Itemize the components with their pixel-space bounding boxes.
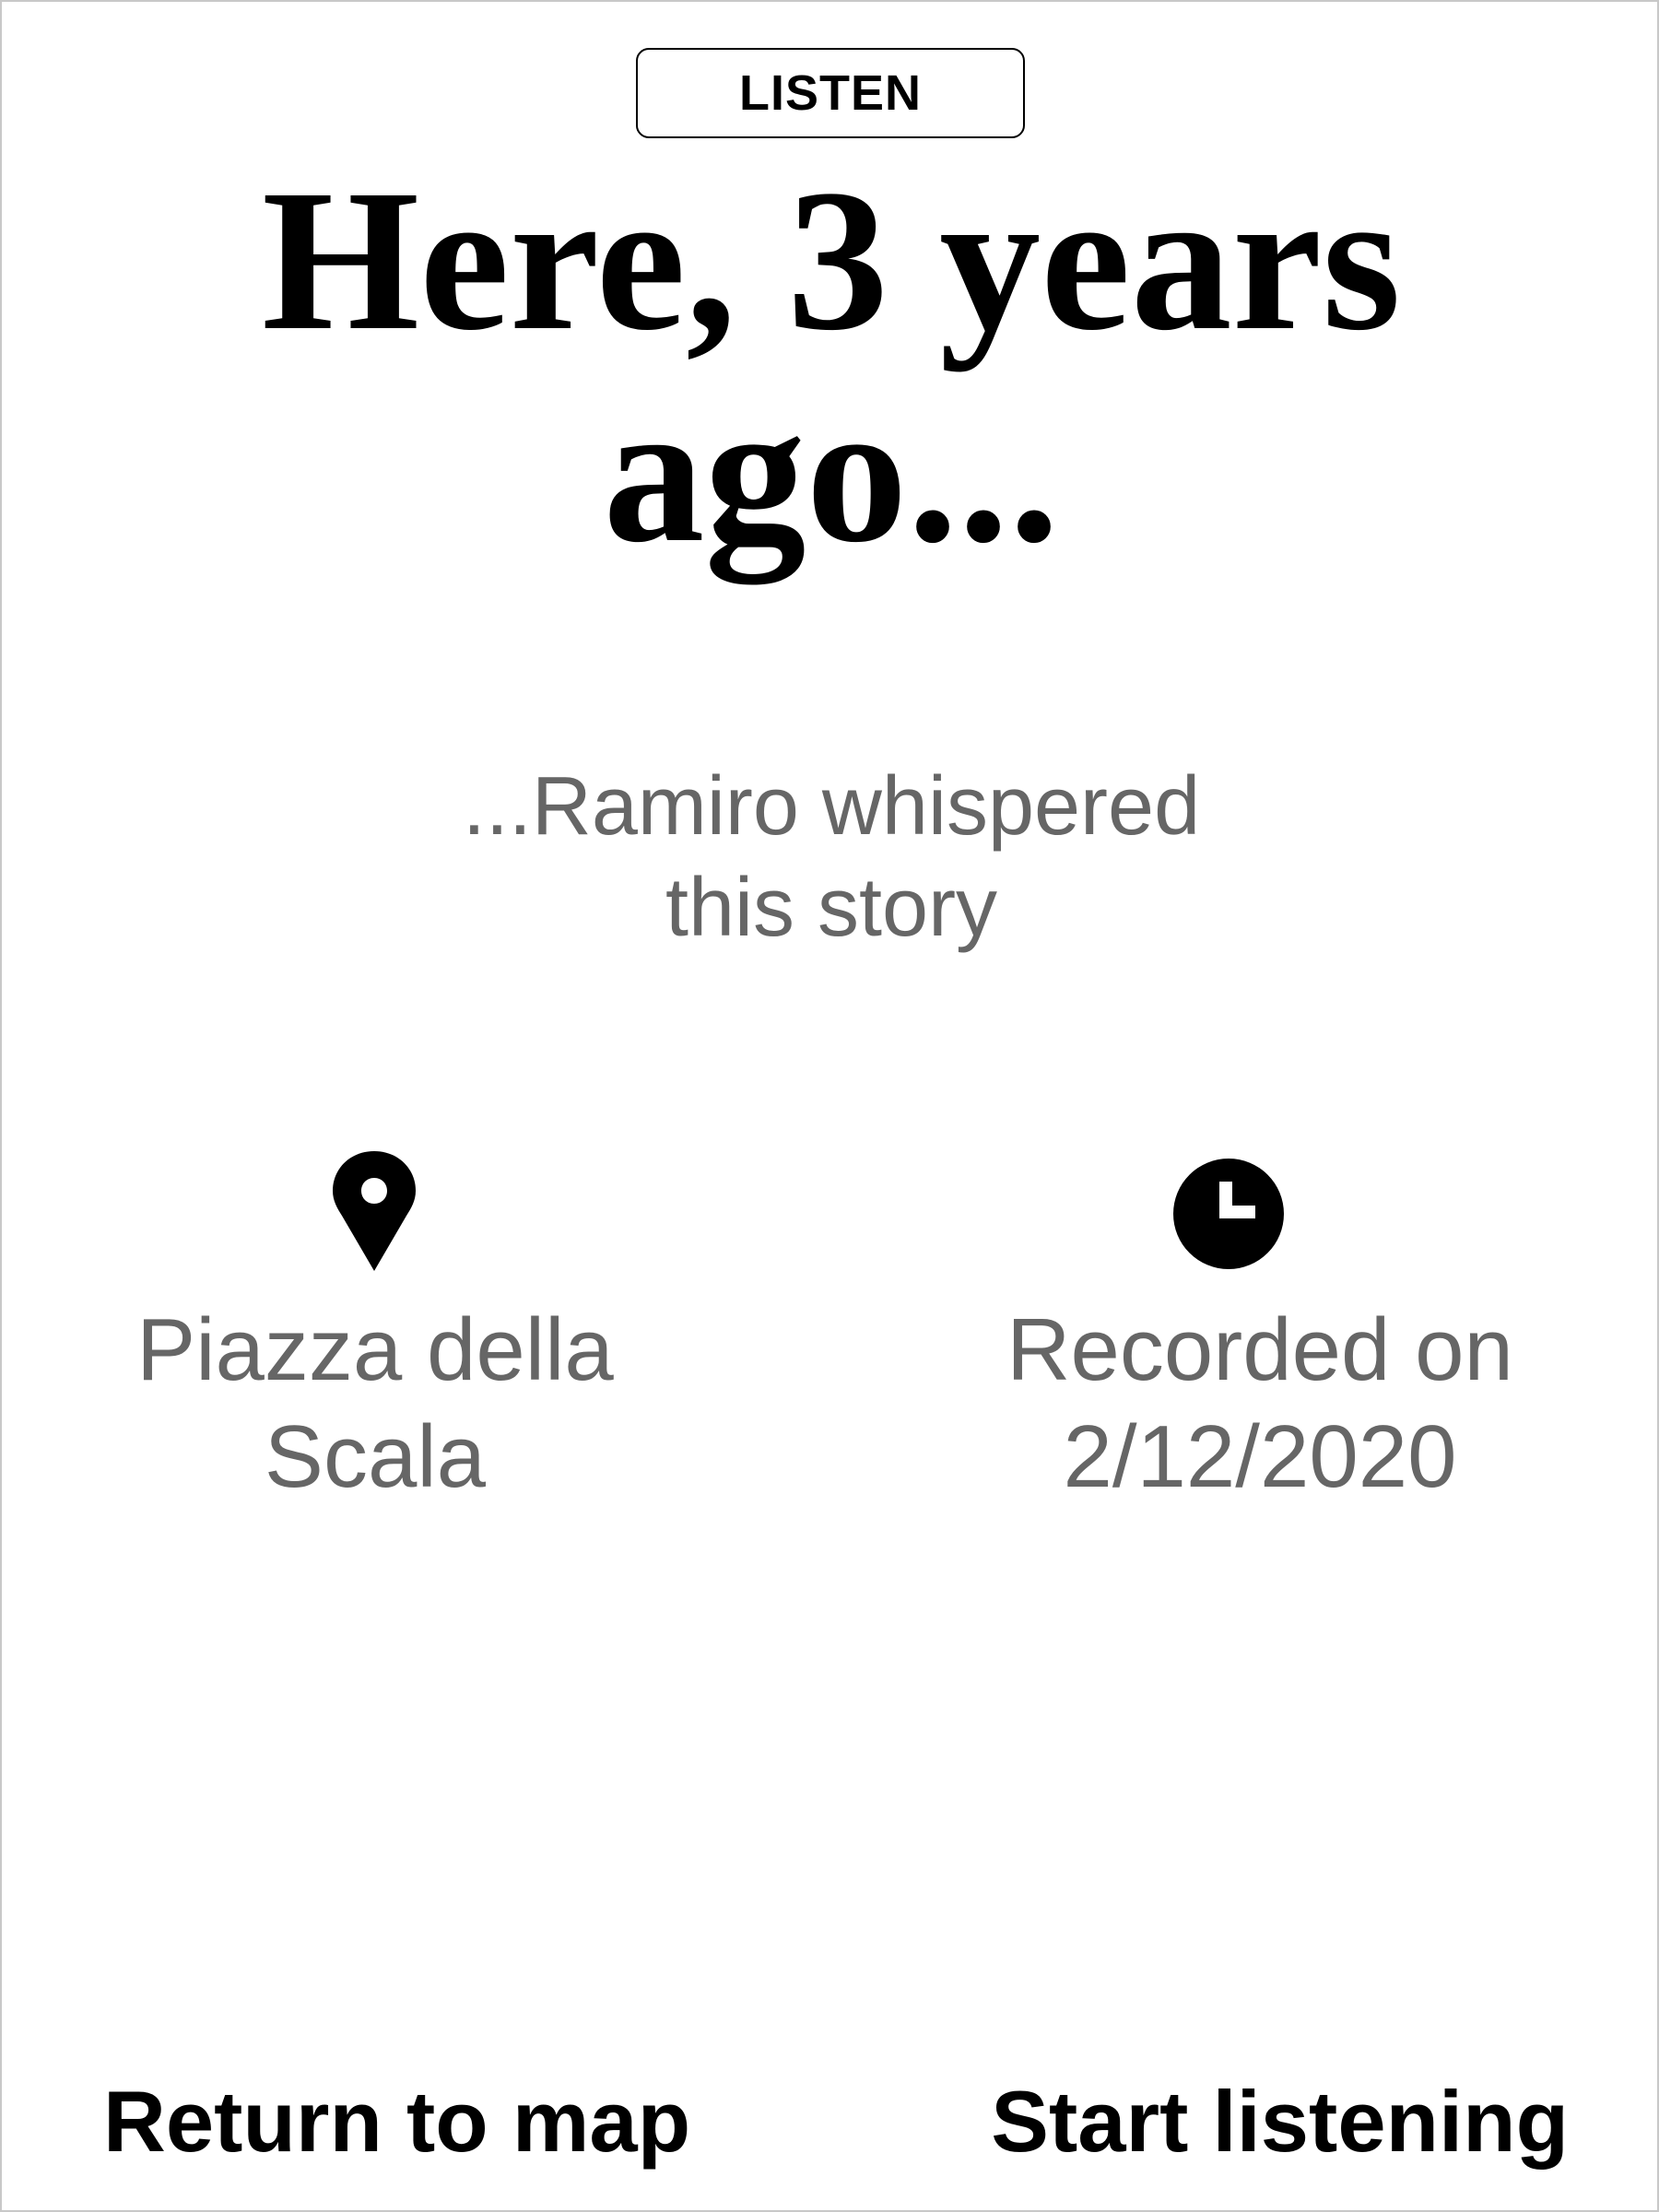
story-headline: Here, 3 years ago... <box>186 154 1477 578</box>
clock-icon <box>1173 1159 1284 1269</box>
return-to-map-button[interactable]: Return to map <box>103 2066 693 2177</box>
story-location-line-1: Piazza della <box>136 1300 614 1399</box>
story-preview-screen: LISTEN Here, 3 years ago... ...Ramiro wh… <box>0 0 1659 2212</box>
story-headline-line-2: ago... <box>603 359 1060 584</box>
story-attribution-line-2: this story <box>665 862 998 954</box>
story-headline-line-1: Here, 3 years <box>262 147 1401 372</box>
story-recorded-date-line-1: Recorded on <box>1006 1300 1513 1399</box>
story-recorded-date: Recorded on 2/12/2020 <box>960 1297 1559 1511</box>
story-attribution-line-1: ...Ramiro whispered <box>462 760 1201 853</box>
listen-mode-label: LISTEN <box>738 65 922 121</box>
story-attribution: ...Ramiro whispered this story <box>324 756 1338 959</box>
story-recorded-date-line-2: 2/12/2020 <box>1063 1407 1457 1506</box>
map-pin-icon <box>333 1151 416 1271</box>
listen-mode-badge: LISTEN <box>636 48 1025 138</box>
start-listening-button[interactable]: Start listening <box>924 2066 1569 2177</box>
story-location: Piazza della Scala <box>103 1297 647 1511</box>
story-location-line-2: Scala <box>264 1407 487 1506</box>
